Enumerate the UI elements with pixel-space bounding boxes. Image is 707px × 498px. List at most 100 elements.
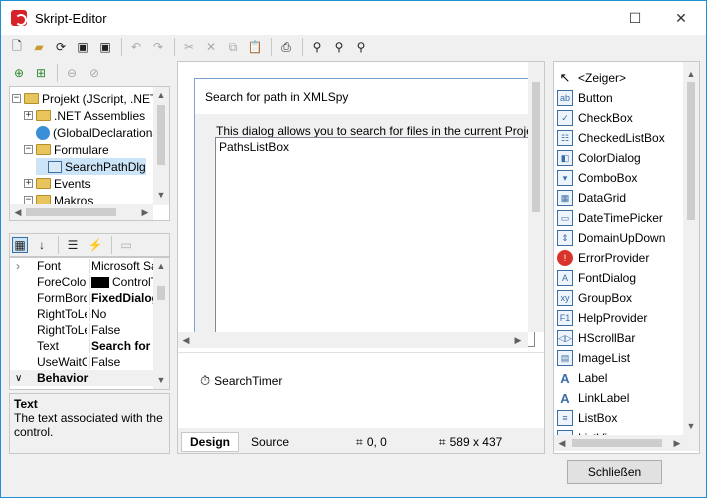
- categorized-icon[interactable]: ▦: [12, 237, 28, 253]
- property-row[interactable]: › Font Microsoft San: [10, 258, 155, 274]
- scroll-thumb[interactable]: [532, 82, 540, 212]
- redo-icon[interactable]: ↷: [150, 39, 166, 55]
- property-value[interactable]: False: [89, 323, 155, 337]
- toolbox-item[interactable]: ≡ ListBox: [554, 408, 684, 428]
- designed-form[interactable]: Search for path in XMLSpy This dialog al…: [194, 78, 536, 347]
- properties-icon[interactable]: ⊘: [86, 65, 102, 81]
- toolbox-item[interactable]: ◁▷ HScrollBar: [554, 328, 684, 348]
- open-icon[interactable]: ▰: [31, 39, 47, 55]
- scroll-right-arrow[interactable]: ▶: [137, 204, 153, 220]
- cut-icon[interactable]: ✂: [181, 39, 197, 55]
- property-row[interactable]: RightToLeftLayoutFalse: [10, 322, 155, 338]
- property-row[interactable]: FormBorderStyleFixedDialog: [10, 290, 155, 306]
- tree-item[interactable]: SearchPathDlg: [36, 158, 146, 175]
- property-row[interactable]: RightToLeftNo: [10, 306, 155, 322]
- toolbox-item[interactable]: ✓ CheckBox: [554, 108, 684, 128]
- alphabetical-icon[interactable]: ↓: [34, 237, 50, 253]
- delete-icon[interactable]: ✕: [203, 39, 219, 55]
- new-file-icon[interactable]: 🗋: [9, 39, 25, 55]
- tree-item[interactable]: − Formulare: [24, 141, 109, 158]
- design-horizontal-scrollbar[interactable]: ◀ ▶: [178, 332, 528, 348]
- scroll-right-arrow[interactable]: ▶: [669, 435, 685, 451]
- scroll-thumb[interactable]: [157, 105, 165, 165]
- toolbox-item[interactable]: A Label: [554, 368, 684, 388]
- property-category[interactable]: ∨ Behavior: [10, 370, 155, 386]
- events-icon[interactable]: ⚡: [87, 237, 103, 253]
- props-vertical-scrollbar[interactable]: ▲ ▼: [153, 258, 169, 389]
- expand-chevron-icon[interactable]: ›: [16, 259, 20, 273]
- add-item-icon[interactable]: ⊞: [33, 65, 49, 81]
- paths-listbox[interactable]: PathsListBox: [215, 137, 535, 347]
- toolbox-item[interactable]: A LinkLabel: [554, 388, 684, 408]
- design-vertical-scrollbar[interactable]: [528, 62, 544, 332]
- save-icon[interactable]: ▣: [75, 39, 91, 55]
- print-icon[interactable]: ⎙: [278, 39, 294, 55]
- find-next-icon[interactable]: ⚲: [331, 39, 347, 55]
- add-form-icon[interactable]: ⊕: [11, 65, 27, 81]
- tree-item[interactable]: + .NET Assemblies: [24, 107, 145, 124]
- tree-item[interactable]: (GlobalDeclarations): [24, 124, 162, 141]
- copy-icon[interactable]: ⧉: [225, 39, 241, 55]
- toolbox-horizontal-scrollbar[interactable]: ◀ ▶: [554, 435, 699, 451]
- expand-icon[interactable]: +: [24, 111, 33, 120]
- tree-horizontal-scrollbar[interactable]: ◀ ▶: [10, 204, 153, 220]
- scroll-thumb[interactable]: [157, 286, 165, 300]
- toolbox-item[interactable]: ↖ <Zeiger>: [554, 68, 684, 88]
- tab-design[interactable]: Design: [181, 432, 240, 452]
- expand-icon[interactable]: +: [24, 179, 33, 188]
- property-value[interactable]: No: [89, 307, 155, 321]
- property-value[interactable]: False: [89, 355, 155, 369]
- collapse-chevron-icon[interactable]: ∨: [15, 373, 22, 384]
- scroll-down-arrow[interactable]: ▼: [153, 372, 169, 388]
- toolbox-item[interactable]: ▭ DateTimePicker: [554, 208, 684, 228]
- scroll-thumb[interactable]: [26, 208, 116, 216]
- property-value[interactable]: Microsoft San: [89, 259, 155, 273]
- scroll-thumb[interactable]: [572, 439, 662, 447]
- properties-view-icon[interactable]: ☰: [65, 237, 81, 253]
- form-description-label[interactable]: This dialog allows you to search for fil…: [216, 124, 536, 138]
- close-button[interactable]: Schließen: [567, 460, 662, 484]
- collapse-icon[interactable]: −: [24, 145, 33, 154]
- property-row[interactable]: Text Search for: [10, 338, 155, 354]
- paste-icon[interactable]: 📋: [247, 39, 263, 55]
- property-value[interactable]: ControlT: [89, 275, 155, 289]
- collapse-icon[interactable]: −: [12, 94, 21, 103]
- tab-source[interactable]: Source: [242, 432, 299, 452]
- scroll-down-arrow[interactable]: ▼: [683, 418, 699, 434]
- scroll-up-arrow[interactable]: ▲: [683, 66, 699, 82]
- remove-icon[interactable]: ⊖: [64, 65, 80, 81]
- scroll-thumb[interactable]: [687, 82, 695, 220]
- toolbox-vertical-scrollbar[interactable]: ▲ ▼: [683, 62, 699, 437]
- search-timer-component[interactable]: ⏱ SearchTimer: [200, 373, 282, 389]
- scroll-left-arrow[interactable]: ◀: [10, 204, 26, 220]
- toolbox-item[interactable]: ◧ ColorDialog: [554, 148, 684, 168]
- property-row[interactable]: UseWaitCursorFalse: [10, 354, 155, 370]
- toolbox-item[interactable]: ⇕ DomainUpDown: [554, 228, 684, 248]
- toolbox-item[interactable]: ▤ ImageList: [554, 348, 684, 368]
- save-all-icon[interactable]: ▣: [97, 39, 113, 55]
- property-pages-icon[interactable]: ▭: [118, 237, 134, 253]
- toolbox-item[interactable]: ▦ DataGrid: [554, 188, 684, 208]
- scroll-right-arrow[interactable]: ▶: [510, 332, 526, 348]
- toolbox-item[interactable]: ab Button: [554, 88, 684, 108]
- toolbox-item[interactable]: ▾ ComboBox: [554, 168, 684, 188]
- reload-icon[interactable]: ⟳: [53, 39, 69, 55]
- undo-icon[interactable]: ↶: [128, 39, 144, 55]
- toolbox-item[interactable]: F1 HelpProvider: [554, 308, 684, 328]
- toolbox-item[interactable]: ☷ CheckedListBox: [554, 128, 684, 148]
- toolbox-item[interactable]: A FontDialog: [554, 268, 684, 288]
- find-icon[interactable]: ⚲: [309, 39, 325, 55]
- property-value[interactable]: Search for: [89, 339, 155, 353]
- scroll-up-arrow[interactable]: ▲: [153, 258, 169, 274]
- tree-item[interactable]: − Projekt (JScript, .NET 2.: [12, 90, 169, 107]
- scroll-up-arrow[interactable]: ▲: [153, 87, 169, 103]
- property-value[interactable]: FixedDialog: [89, 291, 155, 305]
- scroll-down-arrow[interactable]: ▼: [153, 187, 169, 203]
- scroll-left-arrow[interactable]: ◀: [554, 435, 570, 451]
- tree-item[interactable]: + Events: [24, 175, 91, 192]
- property-row[interactable]: ForeColor ControlT: [10, 274, 155, 290]
- maximize-button[interactable]: ☐: [612, 1, 658, 35]
- replace-icon[interactable]: ⚲: [353, 39, 369, 55]
- toolbox-item[interactable]: xy GroupBox: [554, 288, 684, 308]
- close-window-button[interactable]: ✕: [658, 1, 704, 35]
